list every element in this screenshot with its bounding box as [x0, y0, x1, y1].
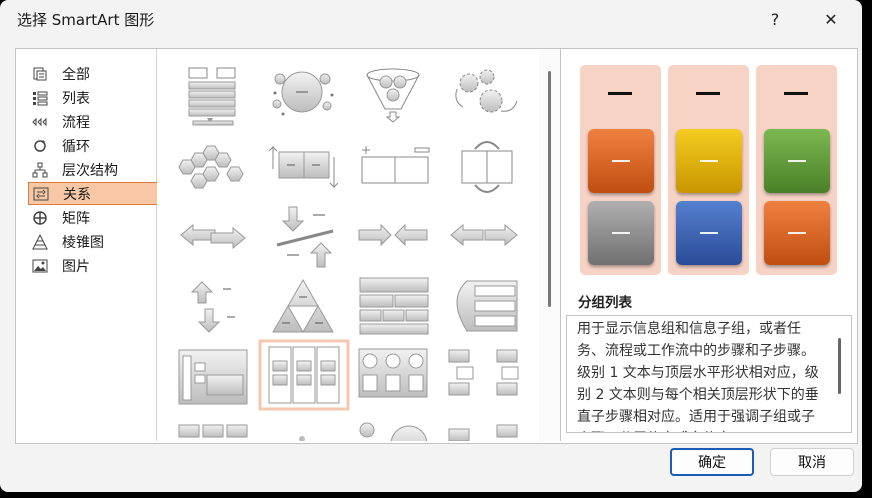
layout-stacked-venn-list[interactable]	[456, 280, 518, 332]
preview-box	[764, 201, 830, 265]
layout-circular-arrows[interactable]	[461, 141, 513, 193]
preview-dash	[696, 92, 720, 95]
preview-box	[676, 129, 742, 193]
category-label: 列表	[62, 90, 90, 107]
matrix-icon	[32, 210, 48, 226]
dialog-title: 选择 SmartArt 图形	[17, 11, 155, 29]
layout-converging-arrows[interactable]	[358, 223, 428, 247]
preview-dash	[784, 92, 808, 95]
category-relationship[interactable]: 关系	[28, 182, 159, 205]
cycle-icon	[32, 138, 48, 154]
preview-box	[764, 129, 830, 193]
process-icon	[32, 114, 48, 130]
layout-grouped-list-selected[interactable]	[258, 339, 350, 411]
category-label: 循环	[62, 138, 90, 155]
ok-button[interactable]: 确定	[670, 448, 754, 476]
preview-column-3	[756, 65, 837, 275]
layout-thumbnails	[178, 67, 519, 441]
gallery-scrollbar[interactable]	[539, 49, 561, 441]
category-label: 矩阵	[62, 210, 90, 227]
layout-description: 用于显示信息组和信息子组，或者任务、流程或工作流中的步骤和子步骤。级别 1 文本…	[577, 321, 819, 432]
layout-title: 分组列表	[578, 295, 632, 311]
description-scroll-thumb[interactable]	[838, 338, 841, 394]
layout-counterbalance[interactable]	[361, 146, 430, 184]
category-label: 图片	[62, 258, 90, 275]
category-process[interactable]: 流程	[28, 110, 159, 133]
layout-diverging-arrows[interactable]	[450, 223, 518, 247]
category-label: 层次结构	[62, 162, 118, 179]
category-picture[interactable]: 图片	[28, 254, 159, 277]
layout-up-down-arrows[interactable]	[190, 281, 235, 333]
category-all[interactable]: 全部	[28, 62, 159, 85]
layout-nested-target[interactable]	[178, 349, 248, 405]
layout-plus-minus[interactable]	[276, 206, 334, 268]
gallery-scroll-thumb[interactable]	[548, 71, 551, 307]
category-cycle[interactable]: 循环	[28, 134, 159, 157]
category-label: 关系	[63, 186, 91, 203]
layout-circle-arrow-process[interactable]	[358, 348, 428, 398]
category-label: 棱锥图	[62, 234, 104, 251]
category-hierarchy[interactable]: 层次结构	[28, 158, 159, 181]
layout-circle-relationship[interactable]	[272, 71, 334, 116]
category-matrix[interactable]: 矩阵	[28, 206, 159, 229]
category-list-item[interactable]: 列表	[28, 86, 159, 109]
layout-description-box: 用于显示信息组和信息子组，或者任务、流程或工作流中的步骤和子步骤。级别 1 文本…	[566, 315, 852, 433]
layout-funnel[interactable]	[366, 68, 420, 123]
preview-column-1	[580, 65, 661, 275]
smartart-dialog: 选择 SmartArt 图形 ? ✕ 全部 列表 流程 循环 层次结构 关系 矩…	[0, 0, 862, 492]
category-list: 全部 列表 流程 循环 层次结构 关系 矩阵 棱锥图 图片	[16, 49, 159, 441]
relationship-icon	[33, 186, 49, 202]
layout-hexagon-cluster[interactable]	[178, 145, 244, 189]
layout-segmented-pyramid[interactable]	[272, 278, 334, 334]
help-button[interactable]: ?	[752, 0, 798, 38]
cancel-button[interactable]: 取消	[770, 448, 854, 476]
hierarchy-icon	[32, 162, 48, 178]
layout-balance[interactable]	[188, 67, 236, 126]
category-label: 全部	[62, 66, 90, 83]
preview-box	[676, 201, 742, 265]
category-pyramid[interactable]: 棱锥图	[28, 230, 159, 253]
preview-pane: 分组列表 用于显示信息组和信息子组，或者任务、流程或工作流中的步骤和子步骤。级别…	[564, 49, 855, 441]
layout-hierarchy-list[interactable]	[448, 349, 519, 396]
list-icon	[32, 90, 48, 106]
preview-column-2	[668, 65, 749, 275]
category-label: 流程	[62, 114, 90, 131]
all-icon	[32, 66, 48, 82]
layout-gallery	[157, 49, 539, 441]
title-bar: 选择 SmartArt 图形 ? ✕	[0, 0, 862, 38]
layout-partial-row[interactable]	[178, 422, 518, 441]
layout-bidirectional-arrows[interactable]	[180, 223, 246, 250]
layout-opposing-arrows[interactable]	[268, 145, 339, 189]
preview-box	[588, 201, 654, 265]
pyramid-icon	[32, 233, 48, 250]
preview-box	[588, 129, 654, 193]
layout-gears[interactable]	[455, 69, 518, 113]
layout-table-hierarchy[interactable]	[359, 277, 429, 335]
close-button[interactable]: ✕	[808, 0, 854, 38]
preview-dash	[608, 92, 632, 95]
picture-icon	[32, 258, 48, 274]
